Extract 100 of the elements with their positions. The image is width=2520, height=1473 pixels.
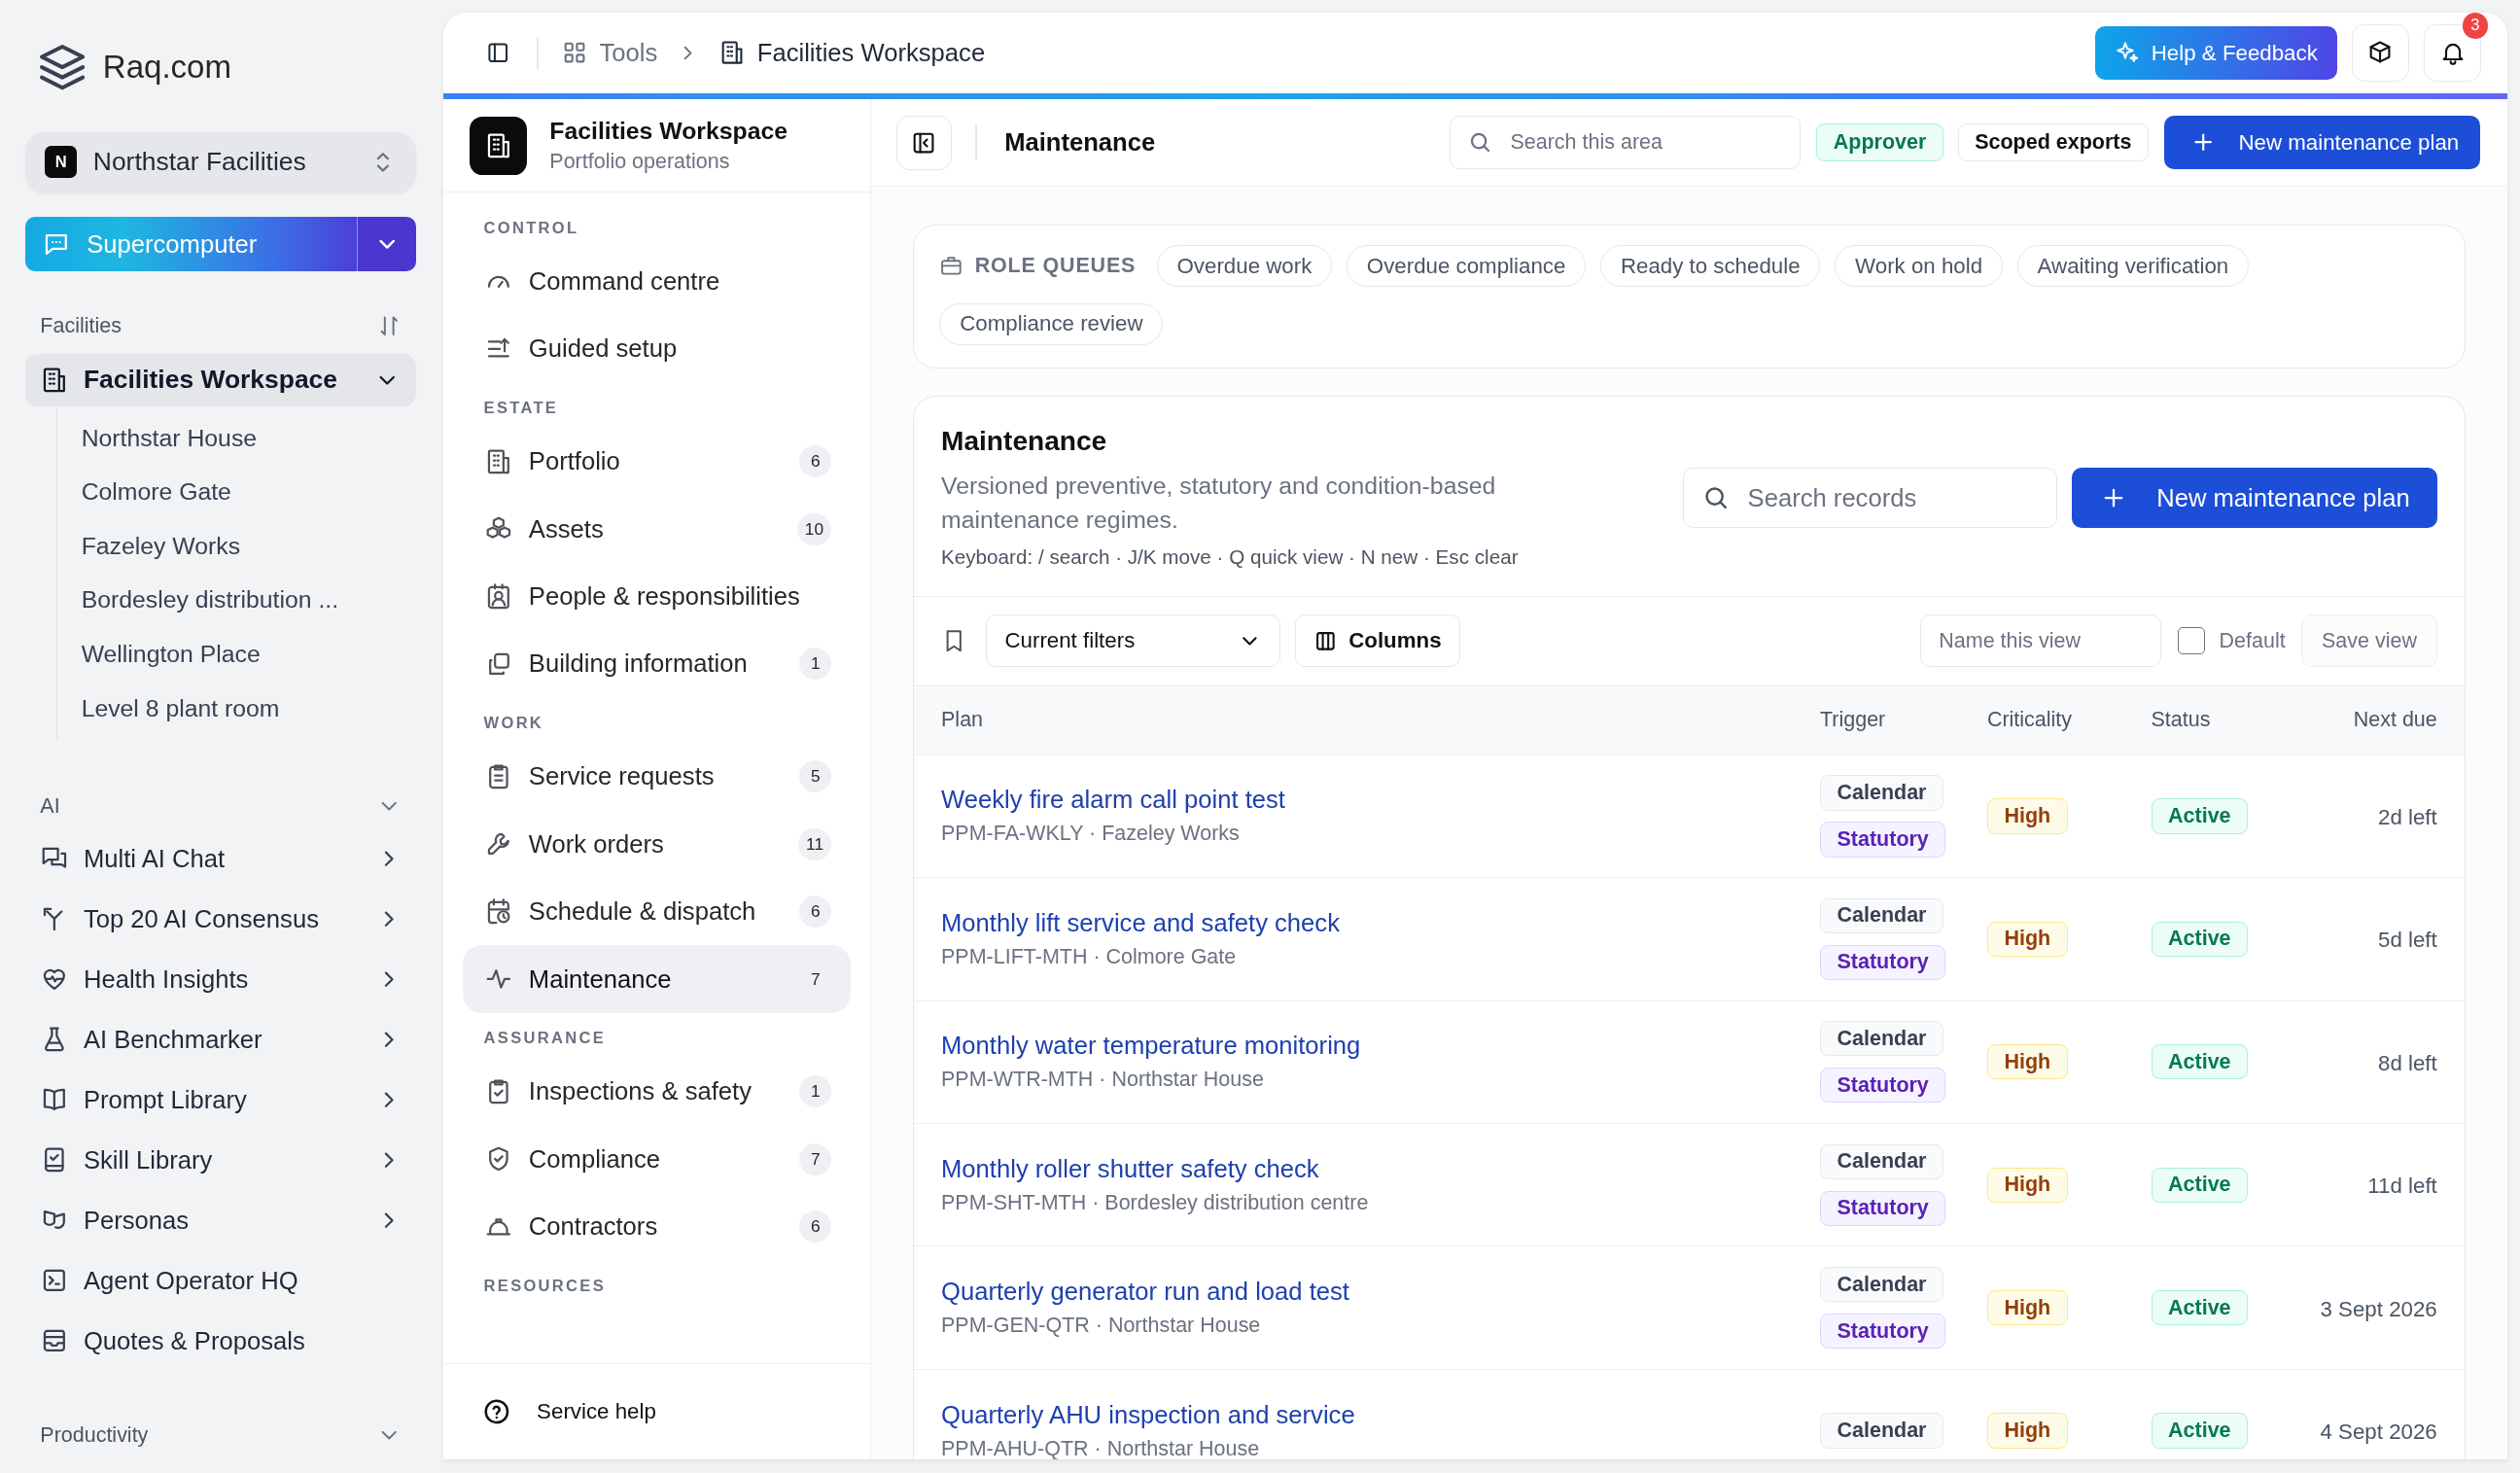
sidebar-item[interactable]: AI Benchmarker [25,1009,417,1070]
service-help-link[interactable]: Service help [443,1362,870,1459]
workspace-title: Facilities Workspace [549,117,788,145]
plan-link[interactable]: Monthly roller shutter safety check [941,1154,1820,1183]
trigger-tag: Calendar [1820,897,1943,934]
plan-link[interactable]: Quarterly AHU inspection and service [941,1400,1820,1429]
sidebar-subitem[interactable]: Bordesley distribution ... [81,586,339,614]
section-title: AI [40,793,60,819]
checkbox-label: Default [2219,628,2286,653]
column-header[interactable]: Criticality [1986,708,2152,733]
organization-switcher[interactable]: N Northstar Facilities [25,131,417,193]
due-date: 3 Sept 2026 [2320,1296,2437,1321]
search-field[interactable]: Search records [1682,467,2057,529]
nav-item[interactable]: Inspections & safety 1 [463,1058,852,1126]
plan-meta: PPM-GEN-QTR · Northstar House [941,1314,1262,1339]
filter-dropdown[interactable]: Current filters [986,614,1280,668]
breadcrumb-link[interactable]: Tools [560,39,658,68]
count-badge: 1 [799,1075,832,1108]
criticality-tag: High [1986,1044,2068,1080]
column-header[interactable]: Plan [941,708,1820,733]
scope-badge: Scoped exports [1957,123,2149,162]
count-badge: 1 [799,648,832,681]
new-plan-button[interactable]: New maintenance plan [2071,467,2437,529]
status-tag: Active [2151,1167,2249,1203]
queue-chip[interactable]: Ready to schedule [1600,245,1821,288]
nav-item[interactable]: Command centre [463,247,852,316]
nav-item[interactable]: Portfolio 6 [463,427,852,496]
sidebar-subitem[interactable]: Level 8 plant room [81,694,280,722]
trigger-tag: Calendar [1820,1021,1943,1057]
queue-chip[interactable]: Awaiting verification [2016,245,2250,288]
plan-meta: PPM-LIFT-MTH · Colmore Gate [941,944,1238,969]
sidebar-item[interactable]: Facilities Workspace [25,353,417,407]
nav-item[interactable]: Schedule & dispatch 6 [463,877,852,946]
nav-item[interactable]: Assets 10 [463,495,852,563]
help-button[interactable]: Help & Feedback [2094,26,2337,80]
section-title: RESOURCES [483,1276,606,1295]
view-name-input[interactable]: Name this view [1936,626,2147,655]
queue-chip[interactable]: Overdue compliance [1347,245,1587,288]
new-plan-button[interactable]: New maintenance plan [2164,116,2480,169]
trigger-tag: Calendar [1820,1143,1943,1179]
sidebar-item[interactable]: Prompt Library [25,1070,417,1131]
plan-link[interactable]: Quarterly generator run and load test [941,1278,1820,1307]
count-badge: 6 [799,895,832,929]
due-date: 11d left [2367,1174,2437,1199]
cube-button[interactable] [2351,23,2409,83]
nav-item[interactable]: Compliance 7 [463,1125,852,1193]
count-badge: 6 [799,1210,832,1244]
keyboard-hint: Keyboard: / search · J/K move · Q quick view · N new · Esc clear [941,544,1520,569]
collapse-panel-button[interactable] [896,115,952,170]
section-title: Facilities [40,314,122,338]
queue-chip[interactable]: Work on hold [1835,245,2003,288]
trigger-tag: Statutory [1820,1313,1946,1350]
trigger-tag: Calendar [1820,1267,1943,1303]
plan-link[interactable]: Monthly lift service and safety check [941,908,1820,937]
nav-item[interactable]: Service requests 5 [463,743,852,811]
sidebar-item[interactable]: Agent Operator HQ [25,1250,417,1311]
count-badge: 5 [799,760,832,793]
column-header[interactable]: Trigger [1820,708,1987,733]
card-title: Maintenance [941,425,1108,457]
due-date: 4 Sept 2026 [2320,1420,2437,1445]
search-input[interactable]: Search records [1744,481,2039,514]
sidebar-subitem[interactable]: Fazeley Works [81,532,241,560]
plan-link[interactable]: Monthly water temperature monitoring [941,1032,1820,1061]
trigger-tag: Statutory [1820,944,1946,980]
view-name-field[interactable]: Name this view [1920,614,2162,668]
search-input[interactable]: Search this area [1507,128,1784,157]
dropdown-button[interactable] [357,217,417,272]
columns-button[interactable]: Columns [1294,614,1460,668]
checkbox[interactable] [2177,627,2205,655]
sidebar-item[interactable]: Skill Library [25,1130,417,1191]
count-badge: 6 [799,445,832,478]
due-date: 2d left [2378,804,2437,829]
nav-item[interactable]: People & responsibilities [463,562,852,631]
column-header[interactable]: Next due [2353,708,2437,733]
sidebar-item[interactable]: Personas [25,1190,417,1251]
sidebar-item[interactable]: Top 20 AI Consensus [25,889,417,950]
help-icon [481,1397,511,1426]
sidebar-item[interactable]: Health Insights [25,949,417,1010]
brand-name: Raq.com [102,49,231,87]
sidebar-subitem[interactable]: Wellington Place [81,641,261,668]
nav-item[interactable]: Maintenance 7 [463,945,852,1013]
sidebar-item[interactable]: Multi AI Chat [25,828,417,890]
plan-link[interactable]: Weekly fire alarm call point test [941,786,1820,815]
sidebar-subitem[interactable]: Northstar House [81,424,258,452]
queue-chip[interactable]: Compliance review [939,302,1164,345]
card-description: Versioned preventive, statutory and condition-based maintenance regimes. [941,471,1497,535]
count-badge: 11 [797,827,832,860]
search-field[interactable]: Search this area [1450,116,1801,169]
nav-item[interactable]: Contractors 6 [463,1193,852,1261]
trigger-tag: Calendar [1820,775,1943,811]
sidebar-subitem[interactable]: Colmore Gate [81,478,231,507]
nav-item[interactable]: Guided setup [463,315,852,383]
sidebar-item[interactable]: Quotes & Proposals [25,1311,417,1371]
nav-item[interactable]: Building information 1 [463,630,852,698]
queue-chip[interactable]: Overdue work [1156,245,1333,288]
status-tag: Active [2151,1413,2249,1449]
page-title: Maintenance [1004,128,1157,158]
nav-item[interactable]: Work orders 11 [463,810,852,878]
breadcrumb-link[interactable]: Facilities Workspace [718,39,986,68]
column-header[interactable]: Status [2151,708,2292,733]
